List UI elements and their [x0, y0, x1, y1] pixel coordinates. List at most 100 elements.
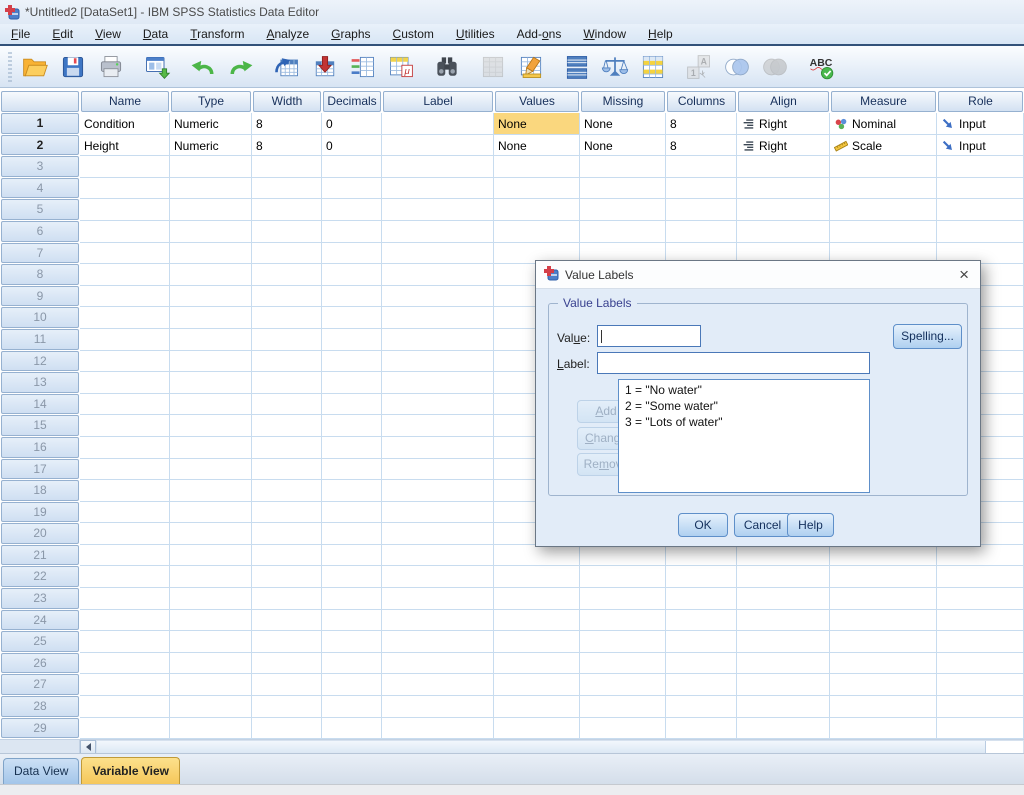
col-header-type[interactable]: Type	[171, 91, 251, 112]
cell-r6-name[interactable]	[80, 221, 170, 243]
menu-view[interactable]: View	[84, 25, 132, 43]
cell-r24-values[interactable]	[494, 610, 580, 632]
row-header-19[interactable]: 19	[1, 502, 79, 523]
cell-r26-width[interactable]	[252, 653, 322, 675]
redo-icon[interactable]	[222, 49, 260, 85]
row-header-15[interactable]: 15	[1, 415, 79, 436]
cell-r2-label[interactable]	[382, 135, 494, 157]
cell-r3-align[interactable]	[737, 156, 830, 178]
cell-r15-decimals[interactable]	[322, 415, 382, 437]
cell-r6-values[interactable]	[494, 221, 580, 243]
row-header-9[interactable]: 9	[1, 286, 79, 307]
cell-r3-label[interactable]	[382, 156, 494, 178]
cell-r2-role[interactable]: Input	[937, 135, 1024, 157]
cell-r21-type[interactable]	[170, 545, 252, 567]
cell-r9-label[interactable]	[382, 286, 494, 308]
cell-r28-missing[interactable]	[580, 696, 666, 718]
cell-r28-type[interactable]	[170, 696, 252, 718]
cell-r29-label[interactable]	[382, 718, 494, 740]
cell-r29-role[interactable]	[937, 718, 1024, 740]
cell-r2-measure[interactable]: Scale	[830, 135, 937, 157]
cell-r9-type[interactable]	[170, 286, 252, 308]
cell-r29-measure[interactable]	[830, 718, 937, 740]
cell-r22-width[interactable]	[252, 566, 322, 588]
cell-r26-label[interactable]	[382, 653, 494, 675]
cell-r10-label[interactable]	[382, 307, 494, 329]
cell-r25-type[interactable]	[170, 631, 252, 653]
cell-r29-align[interactable]	[737, 718, 830, 740]
cell-r15-width[interactable]	[252, 415, 322, 437]
use-variable-sets-icon[interactable]	[718, 49, 756, 85]
cell-r1-missing[interactable]: None	[580, 113, 666, 135]
col-header-width[interactable]: Width	[253, 91, 321, 112]
cell-r4-measure[interactable]	[830, 178, 937, 200]
variables-icon[interactable]	[344, 49, 382, 85]
cell-r28-width[interactable]	[252, 696, 322, 718]
cell-r16-decimals[interactable]	[322, 437, 382, 459]
cell-r28-decimals[interactable]	[322, 696, 382, 718]
cell-r22-role[interactable]	[937, 566, 1024, 588]
cell-r22-missing[interactable]	[580, 566, 666, 588]
cell-r4-decimals[interactable]	[322, 178, 382, 200]
cell-r4-columns[interactable]	[666, 178, 737, 200]
cell-r25-name[interactable]	[80, 631, 170, 653]
row-header-3[interactable]: 3	[1, 156, 79, 177]
cell-r29-missing[interactable]	[580, 718, 666, 740]
cell-r27-width[interactable]	[252, 674, 322, 696]
cell-r25-label[interactable]	[382, 631, 494, 653]
cell-r20-name[interactable]	[80, 523, 170, 545]
menu-addons[interactable]: Add-ons	[506, 25, 573, 43]
cell-r5-values[interactable]	[494, 199, 580, 221]
value-label-list-item[interactable]: 2 = "Some water"	[619, 398, 869, 414]
cell-r23-label[interactable]	[382, 588, 494, 610]
cell-r27-measure[interactable]	[830, 674, 937, 696]
cell-r27-role[interactable]	[937, 674, 1024, 696]
value-labels-list[interactable]: 1 = "No water"2 = "Some water"3 = "Lots …	[618, 379, 870, 493]
cell-r21-role[interactable]	[937, 545, 1024, 567]
cell-r15-label[interactable]	[382, 415, 494, 437]
cell-r27-type[interactable]	[170, 674, 252, 696]
cell-r22-values[interactable]	[494, 566, 580, 588]
cell-r5-missing[interactable]	[580, 199, 666, 221]
cell-r5-type[interactable]	[170, 199, 252, 221]
cell-r16-width[interactable]	[252, 437, 322, 459]
cell-r7-type[interactable]	[170, 243, 252, 265]
cell-r25-align[interactable]	[737, 631, 830, 653]
row-header-2[interactable]: 2	[1, 135, 79, 156]
cell-r4-values[interactable]	[494, 178, 580, 200]
cell-r6-role[interactable]	[937, 221, 1024, 243]
cell-r1-name[interactable]: Condition	[80, 113, 170, 135]
col-header-values[interactable]: Values	[495, 91, 579, 112]
cell-r7-width[interactable]	[252, 243, 322, 265]
cell-r3-width[interactable]	[252, 156, 322, 178]
cell-r27-name[interactable]	[80, 674, 170, 696]
ok-button[interactable]: OK	[678, 513, 728, 537]
spelling-button[interactable]: Spelling...	[893, 324, 962, 349]
row-header-13[interactable]: 13	[1, 372, 79, 393]
cell-r3-name[interactable]	[80, 156, 170, 178]
cell-r6-label[interactable]	[382, 221, 494, 243]
cell-r23-role[interactable]	[937, 588, 1024, 610]
cell-r14-decimals[interactable]	[322, 394, 382, 416]
cell-r17-decimals[interactable]	[322, 459, 382, 481]
descriptive-statistics-icon[interactable]: μ	[382, 49, 420, 85]
cell-r21-width[interactable]	[252, 545, 322, 567]
cell-r29-name[interactable]	[80, 718, 170, 740]
cell-r29-columns[interactable]	[666, 718, 737, 740]
cell-r12-label[interactable]	[382, 351, 494, 373]
cell-r18-width[interactable]	[252, 480, 322, 502]
col-header-name[interactable]: Name	[81, 91, 169, 112]
cell-r27-align[interactable]	[737, 674, 830, 696]
cell-r22-name[interactable]	[80, 566, 170, 588]
cell-r10-decimals[interactable]	[322, 307, 382, 329]
cell-r16-type[interactable]	[170, 437, 252, 459]
row-header-28[interactable]: 28	[1, 696, 79, 717]
value-input[interactable]	[597, 325, 701, 347]
cell-r19-decimals[interactable]	[322, 502, 382, 524]
cell-r1-values[interactable]: None	[494, 113, 580, 135]
col-header-label[interactable]: Label	[383, 91, 493, 112]
cell-r29-type[interactable]	[170, 718, 252, 740]
cell-r28-name[interactable]	[80, 696, 170, 718]
row-header-17[interactable]: 17	[1, 459, 79, 480]
cell-r29-values[interactable]	[494, 718, 580, 740]
